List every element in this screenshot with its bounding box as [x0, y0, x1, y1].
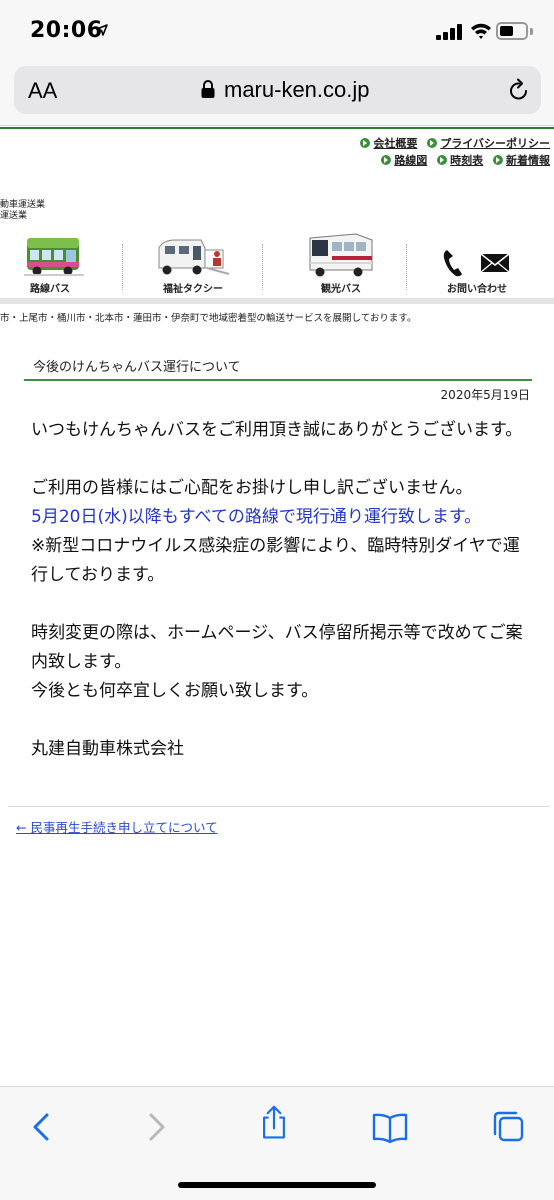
status-time: 20:06	[30, 18, 103, 43]
link-privacy-policy[interactable]: プライバシーポリシー	[427, 135, 550, 152]
tour-bus-icon	[309, 233, 373, 277]
link-timetable[interactable]: 時刻表	[437, 152, 483, 169]
paragraph-greeting: いつもけんちゃんバスをご利用頂き誠にありがとうございます。	[31, 420, 523, 440]
link-route-map[interactable]: 路線図	[381, 152, 427, 169]
bullet-arrow-icon	[437, 155, 448, 165]
nav-contact-label: お問い合わせ	[447, 284, 507, 295]
reader-settings-button[interactable]: AA	[28, 78, 57, 104]
location-arrow-icon	[96, 24, 108, 36]
footer-separator	[8, 806, 550, 807]
link-news[interactable]: 新着情報	[493, 152, 550, 169]
route-bus-icon	[24, 238, 84, 276]
nav-welfare-taxi-label: 福祉タクシー	[163, 284, 223, 295]
nav-tour-bus[interactable]: 観光バス	[296, 232, 386, 298]
nav-tour-bus-label: 観光バス	[321, 284, 361, 295]
address-bar[interactable]: AA maru-ken.co.jp	[14, 66, 541, 114]
regards-text: 今後とも何卒宜しくお願い致します。	[31, 681, 319, 701]
reload-icon[interactable]	[508, 78, 530, 102]
address-bar-container: AA maru-ken.co.jp	[0, 62, 554, 126]
url-text[interactable]: maru-ken.co.jp	[224, 77, 370, 103]
nav-separator	[406, 244, 407, 290]
operation-notice-highlight: 5月20日(水)以降もすべての路線で現行通り運行致します。	[31, 507, 482, 527]
service-area-tagline: 市・上尾市・桶川市・北本市・蓮田市・伊奈町で地域密着型の輸送サービスを展開してお…	[0, 313, 417, 324]
title-underline	[24, 379, 532, 381]
nav-route-bus[interactable]: 路線バス	[10, 232, 90, 298]
lock-icon	[201, 80, 215, 98]
schedule-change-text: 時刻変更の際は、ホームページ、バス停留所掲示等で改めてご案内致します。	[31, 623, 523, 672]
company-signature: 丸建自動車株式会社	[31, 739, 184, 759]
welfare-taxi-icon	[158, 239, 230, 275]
bullet-arrow-icon	[360, 138, 371, 148]
paragraph-notice: ご利用の皆様にはご心配をお掛けし申し訳ございません。 5月20日(水)以降もすべ…	[31, 474, 526, 590]
main-nav: 路線バス 福祉タクシー 観光バス お問い合わせ	[0, 232, 554, 300]
link-company-profile[interactable]: 会社概要	[360, 135, 417, 152]
header-green-line	[0, 127, 554, 129]
mail-icon	[480, 253, 510, 273]
header-links: 会社概要 プライバシーポリシー 路線図 時刻表 新着情報	[354, 135, 550, 169]
company-business-lines: 動車運送業 運送業	[0, 200, 46, 221]
forward-icon[interactable]	[136, 1109, 176, 1145]
wifi-icon	[471, 23, 491, 39]
home-indicator[interactable]	[178, 1182, 376, 1188]
article-date: 2020年5月19日	[440, 388, 530, 402]
nav-separator	[262, 244, 263, 290]
battery-icon	[496, 22, 528, 40]
back-icon[interactable]	[22, 1109, 62, 1145]
article-title: 今後のけんちゃんバス運行について	[33, 360, 241, 375]
special-schedule-note: ※新型コロナウイルス感染症の影響により、臨時特別ダイヤで運行しております。	[31, 536, 520, 585]
battery-tip	[530, 28, 533, 35]
apology-text: ご利用の皆様にはご心配をお掛けし申し訳ございません。	[31, 478, 473, 498]
phone-icon	[443, 250, 462, 277]
article-body: いつもけんちゃんバスをご利用頂き誠にありがとうございます。 ご利用の皆様にはご心…	[31, 416, 526, 793]
nav-contact[interactable]: お問い合わせ	[432, 232, 522, 298]
bullet-arrow-icon	[427, 138, 438, 148]
bullet-arrow-icon	[493, 155, 503, 165]
nav-route-bus-label: 路線バス	[30, 284, 70, 295]
bullet-arrow-icon	[381, 155, 392, 165]
tabs-icon[interactable]	[490, 1109, 530, 1145]
nav-welfare-taxi[interactable]: 福祉タクシー	[148, 232, 238, 298]
paragraph-closing: 時刻変更の際は、ホームページ、バス停留所掲示等で改めてご案内致します。 今後とも…	[31, 619, 526, 706]
share-icon[interactable]	[254, 1105, 294, 1141]
status-bar: 20:06	[0, 0, 554, 62]
cellular-signal-icon	[436, 24, 464, 40]
nav-bottom-bar	[0, 298, 554, 304]
nav-separator	[122, 244, 123, 290]
previous-article-link[interactable]: ← 民事再生手続き申し立てについて	[16, 817, 218, 836]
bookmarks-icon[interactable]	[370, 1109, 410, 1145]
